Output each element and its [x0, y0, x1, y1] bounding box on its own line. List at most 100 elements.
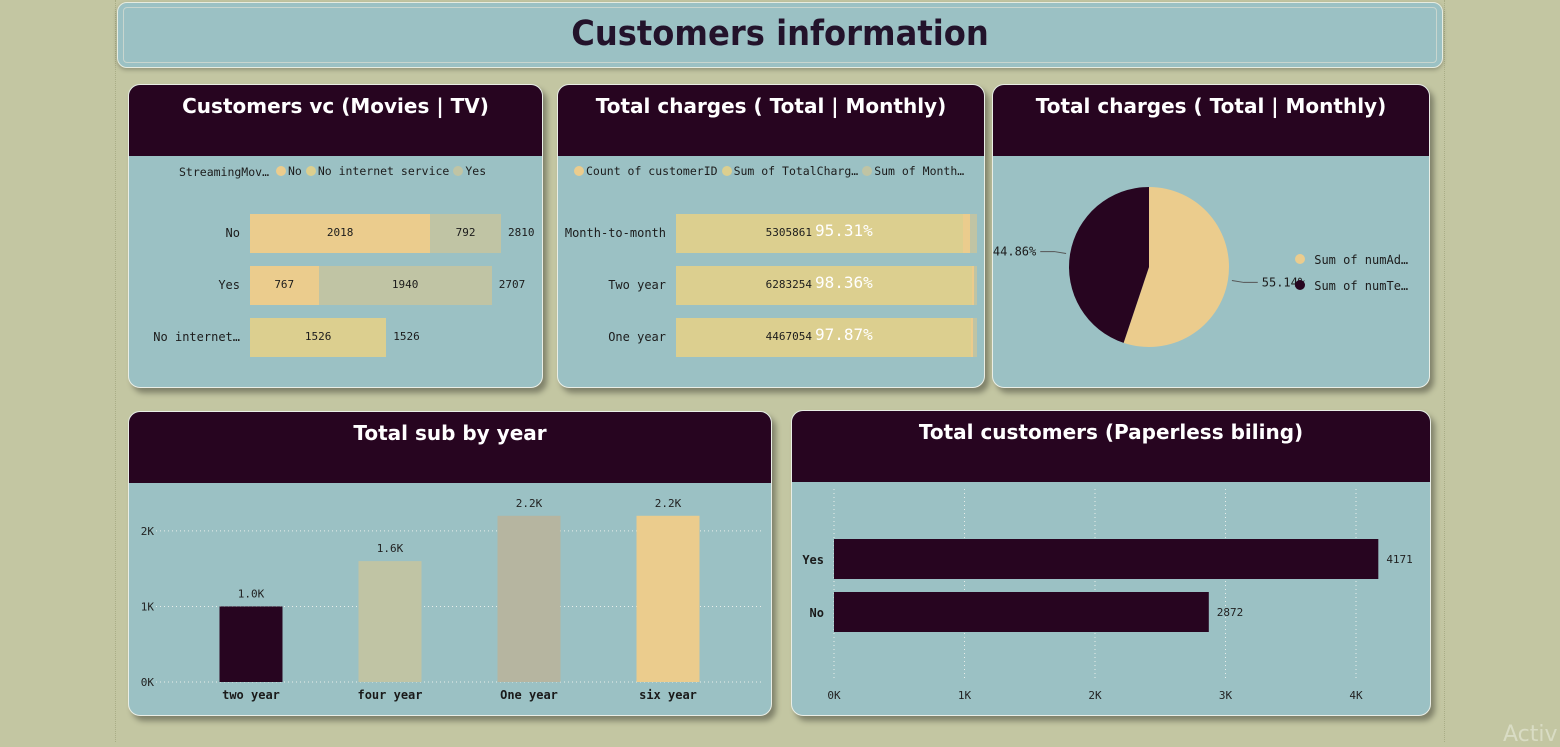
y-tick-label: 2K: [141, 525, 155, 538]
y-tick-label: 0K: [141, 676, 155, 689]
data-label: 1526: [304, 330, 332, 343]
bar: [834, 592, 1209, 632]
legend-item-numte[interactable]: Sum of numTe…: [1295, 273, 1408, 299]
data-label: 2018: [326, 226, 354, 239]
column-data-label: 2.2K: [516, 497, 543, 510]
chart-legend[interactable]: Count of customerID Sum of TotalCharg… Sum…: [574, 164, 968, 179]
leader-line: [1231, 280, 1258, 283]
data-label: 1940: [391, 278, 419, 291]
card-title: Total charges ( Total | Monthly): [595, 94, 947, 118]
legend-item-no[interactable]: No: [275, 164, 302, 178]
percent-label: 98.36%: [815, 273, 873, 292]
legend-item-no-internet[interactable]: No internet service: [305, 164, 450, 178]
pie-chart[interactable]: 55.14%44.86%: [993, 85, 1429, 387]
leader-line: [1040, 251, 1067, 254]
bar-segment[interactable]: [970, 214, 977, 253]
column-bar: [219, 606, 283, 682]
legend-item-total-charges[interactable]: Sum of TotalCharg…: [721, 164, 858, 178]
x-tick-label: 4K: [1349, 689, 1363, 702]
page-title-box: Customers information: [117, 2, 1443, 68]
category-label: No internet…: [153, 330, 240, 344]
data-label: 5305861: [765, 226, 812, 239]
x-tick-label: 3K: [1219, 689, 1233, 702]
total-label: 1526: [393, 330, 420, 343]
legend-label: Count of customerID: [586, 164, 718, 178]
legend-label: Sum of Month…: [874, 164, 965, 178]
legend-title: StreamingMov…: [179, 165, 270, 179]
category-label: One year: [608, 330, 666, 344]
column-bar: [636, 515, 700, 682]
percent-label: 97.87%: [815, 325, 873, 344]
legend-swatch: [305, 166, 316, 176]
legend-item-numad[interactable]: Sum of numAd…: [1295, 247, 1408, 273]
bar-segment[interactable]: 1940: [318, 266, 492, 305]
bar-segment[interactable]: 792: [430, 214, 501, 253]
paperless-billing-card[interactable]: Total customers (Paperless biling) 0K 1K 2…: [791, 410, 1431, 716]
column-bar: [358, 561, 422, 682]
column-chart[interactable]: 0K 1K 2K 1.0K two year 1.6K four year 2.2K One y…: [129, 412, 771, 715]
category-label: Yes: [802, 553, 824, 567]
legend-swatch: [721, 166, 732, 176]
pie-data-label: 44.86%: [993, 245, 1037, 259]
legend-label: Yes: [465, 164, 487, 178]
legend-swatch: [275, 166, 286, 176]
category-label: Month-to-month: [564, 226, 666, 240]
legend-label: No: [287, 164, 302, 178]
legend-swatch: [453, 166, 464, 176]
data-label: 4467054: [765, 330, 812, 343]
bar-segment[interactable]: 1526: [250, 318, 387, 357]
category-label: Two year: [608, 278, 666, 292]
streaming-movies-card[interactable]: Customers vc (Movies | TV) StreamingMov……: [128, 84, 543, 388]
bar-segment[interactable]: [962, 214, 971, 253]
card-title: Customers vc (Movies | TV): [182, 94, 489, 118]
x-tick-label: One year: [500, 688, 558, 702]
total-label: 2810: [508, 226, 535, 239]
bar-segment[interactable]: [973, 318, 977, 357]
x-tick-label: 0K: [827, 689, 841, 702]
horizontal-bar-chart[interactable]: 0K 1K 2K 3K 4K Yes 4171 No 2872: [792, 411, 1430, 715]
percent-label: 95.31%: [815, 221, 873, 240]
bar-segment[interactable]: 2018: [250, 214, 431, 253]
total-charges-pie-card[interactable]: Total charges ( Total | Monthly) 55.14% 4…: [992, 84, 1430, 388]
legend-swatch: [1295, 254, 1305, 264]
bar-segment[interactable]: 6283254 98.36%: [676, 266, 973, 305]
bar-data-label: 2872: [1217, 606, 1244, 619]
column-data-label: 1.6K: [377, 542, 404, 555]
total-label: 2707: [498, 278, 526, 291]
data-label: 792: [455, 226, 476, 239]
column-bar: [497, 515, 561, 682]
bar-segment[interactable]: [973, 266, 977, 305]
legend-item-count[interactable]: Count of customerID: [574, 164, 718, 178]
activation-watermark: Activ: [1503, 722, 1558, 747]
legend-item-yes[interactable]: Yes: [453, 164, 486, 178]
x-tick-label: two year: [222, 688, 280, 702]
bar-segment[interactable]: 5305861 95.31%: [676, 214, 963, 253]
x-tick-label: 1K: [958, 689, 972, 702]
category-label: No: [810, 606, 824, 620]
bar-data-label: 4171: [1386, 553, 1413, 566]
legend-item-monthly[interactable]: Sum of Month…: [862, 164, 964, 178]
subs-by-year-card[interactable]: Total sub by year 0K 1K 2K 1.0K two year 1.6K…: [128, 411, 772, 716]
x-tick-label: six year: [639, 688, 697, 702]
bar-segment[interactable]: 4467054 97.87%: [676, 318, 971, 357]
page-title: Customers information: [571, 14, 989, 54]
bar-segment[interactable]: 767: [250, 266, 319, 305]
chart-legend[interactable]: StreamingMov… No No internet service Yes: [179, 164, 490, 179]
legend-label: No internet service: [317, 164, 450, 178]
card-header: Total charges ( Total | Monthly): [558, 85, 984, 156]
category-label: Yes: [218, 278, 240, 292]
x-tick-label: 2K: [1088, 689, 1102, 702]
category-label: No: [225, 226, 240, 240]
legend-label: Sum of numTe…: [1314, 279, 1409, 293]
legend-swatch: [862, 166, 873, 176]
total-charges-bar-card[interactable]: Total charges ( Total | Monthly) Count o…: [557, 84, 985, 388]
legend-label: Sum of numAd…: [1314, 253, 1409, 267]
bar: [834, 539, 1379, 579]
legend-swatch: [574, 166, 584, 176]
pie-legend[interactable]: Sum of numAd… Sum of numTe…: [1295, 247, 1408, 299]
data-label: 6283254: [765, 278, 812, 291]
data-label: 767: [274, 278, 295, 291]
x-tick-label: four year: [357, 688, 422, 702]
card-header: Customers vc (Movies | TV): [129, 85, 542, 156]
column-data-label: 1.0K: [238, 587, 265, 600]
